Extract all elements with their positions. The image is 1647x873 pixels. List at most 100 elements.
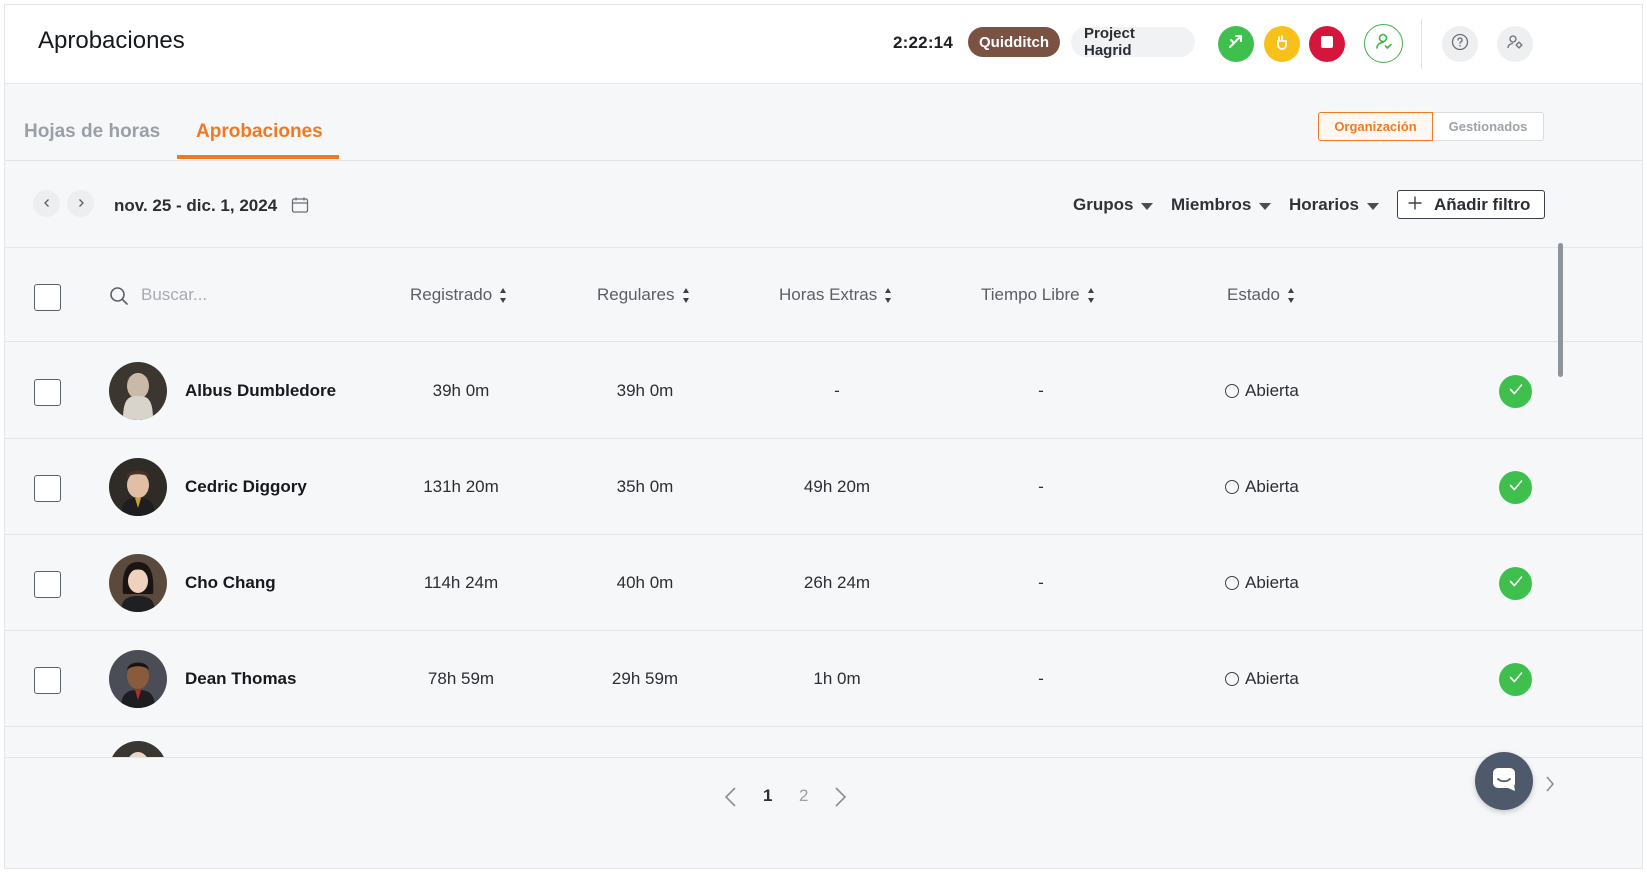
approve-button[interactable] (1499, 663, 1532, 696)
row-checkbox[interactable] (34, 667, 61, 694)
column-label: Registrado (410, 285, 493, 304)
account-settings-button[interactable] (1497, 26, 1533, 62)
filter-horarios-dropdown[interactable]: Horarios (1289, 195, 1379, 215)
chat-support-button[interactable] (1475, 752, 1533, 810)
cell-registrado: 78h 59m (427, 669, 495, 688)
next-week-button[interactable] (67, 190, 94, 217)
help-button[interactable] (1442, 26, 1478, 62)
column-label: Estado (1227, 285, 1280, 304)
cell-tiempo-libre: - (1038, 573, 1044, 592)
add-filter-label: Añadir filtro (1434, 194, 1531, 214)
column-header-estado[interactable]: Estado (1227, 285, 1294, 305)
member-name[interactable]: Dean Thomas (185, 669, 296, 689)
previous-week-button[interactable] (33, 190, 60, 217)
cell-horas-extras: 49h 20m (803, 477, 871, 496)
caret-down-icon (1366, 203, 1379, 210)
cell-tiempo-libre: - (1038, 381, 1044, 400)
cell-registrado: 114h 24m (423, 573, 499, 592)
table-row-partial (5, 727, 1642, 757)
avatar (109, 554, 167, 612)
column-header-tiempo-libre[interactable]: Tiempo Libre (981, 285, 1094, 305)
stop-icon (1320, 35, 1334, 54)
switch-icon (1227, 33, 1245, 56)
break-button[interactable] (1264, 26, 1300, 62)
cell-registrado: 131h 20m (423, 477, 499, 496)
add-filter-button[interactable]: Añadir filtro (1397, 190, 1545, 219)
column-label: Horas Extras (779, 285, 878, 304)
chevron-left-icon (42, 195, 52, 213)
scope-organizacion-button[interactable]: Organización (1318, 112, 1433, 141)
open-circle-icon (1225, 672, 1239, 686)
caret-down-icon (1141, 203, 1154, 210)
status-badge: Abierta (1225, 669, 1299, 689)
approve-button[interactable] (1499, 471, 1532, 504)
plus-icon (1408, 195, 1422, 215)
tab-aprobaciones[interactable]: Aprobaciones (196, 121, 323, 143)
filter-miembros-dropdown[interactable]: Miembros (1171, 195, 1272, 215)
cell-regulares: 40h 0m (616, 573, 674, 592)
status-label: Abierta (1245, 381, 1299, 400)
date-range-label[interactable]: nov. 25 - dic. 1, 2024 (114, 196, 277, 216)
cell-regulares: 39h 0m (616, 381, 674, 400)
column-header-horas-extras[interactable]: Horas Extras (779, 285, 892, 305)
page-1-button[interactable]: 1 (763, 786, 772, 806)
cell-registrado: 39h 0m (432, 381, 490, 400)
stop-timer-button[interactable] (1309, 26, 1345, 62)
sort-icon (500, 287, 507, 303)
column-header-registrado[interactable]: Registrado (410, 285, 507, 305)
member-name[interactable]: Cedric Diggory (185, 477, 307, 497)
checkmark-icon (1508, 573, 1524, 594)
cell-horas-extras: - (834, 381, 840, 400)
pagination-footer: 1 2 (5, 752, 1642, 868)
cell-regulares: 35h 0m (616, 477, 674, 496)
calendar-icon[interactable] (291, 196, 309, 219)
user-check-icon (1374, 31, 1394, 56)
approve-button[interactable] (1499, 375, 1532, 408)
approve-button[interactable] (1499, 567, 1532, 600)
settings-user-icon (1506, 33, 1524, 56)
chevron-right-icon (76, 195, 86, 213)
select-all-checkbox[interactable] (34, 284, 61, 311)
break-icon (1273, 33, 1291, 56)
filter-grupos-dropdown[interactable]: Grupos (1073, 195, 1154, 215)
avatar (109, 650, 167, 708)
caret-down-icon (1259, 203, 1272, 210)
active-project-pill[interactable]: Quidditch (968, 27, 1060, 57)
scope-gestionados-button[interactable]: Gestionados (1433, 113, 1543, 140)
table-header: Registrado Regulares Horas Extras Tiempo… (5, 249, 1642, 342)
cell-regulares: 29h 59m (611, 669, 679, 688)
filter-horarios-label: Horarios (1289, 195, 1359, 214)
previous-page-button[interactable] (723, 786, 739, 813)
avatar (109, 741, 167, 757)
page-title: Aprobaciones (38, 27, 185, 54)
chat-icon (1490, 765, 1518, 798)
row-checkbox[interactable] (34, 571, 61, 598)
row-checkbox[interactable] (34, 379, 61, 406)
tab-hojas-de-horas[interactable]: Hojas de horas (24, 121, 160, 143)
user-status-button[interactable] (1364, 24, 1403, 63)
status-label: Abierta (1245, 669, 1299, 688)
status-badge: Abierta (1225, 573, 1299, 593)
table-row[interactable]: Albus Dumbledore 39h 0m 39h 0m - - Abier… (5, 343, 1642, 439)
table-row[interactable]: Cho Chang 114h 24m 40h 0m 26h 24m - Abie… (5, 535, 1642, 631)
page-2-button[interactable]: 2 (799, 786, 808, 806)
table-row[interactable]: Dean Thomas 78h 59m 29h 59m 1h 0m - Abie… (5, 631, 1642, 727)
member-name[interactable]: Cho Chang (185, 573, 276, 593)
row-checkbox[interactable] (34, 475, 61, 502)
member-name[interactable]: Albus Dumbledore (185, 381, 336, 401)
table-row[interactable]: Cedric Diggory 131h 20m 35h 0m 49h 20m -… (5, 439, 1642, 535)
column-header-regulares[interactable]: Regulares (597, 285, 689, 305)
checkmark-icon (1508, 477, 1524, 498)
vertical-scrollbar[interactable] (1558, 243, 1563, 377)
chevron-right-icon[interactable] (1544, 774, 1556, 799)
avatar (109, 458, 167, 516)
sort-icon (1287, 287, 1294, 303)
checkmark-icon (1508, 381, 1524, 402)
search-input[interactable] (141, 283, 321, 307)
filter-grupos-label: Grupos (1073, 195, 1134, 214)
top-header: Aprobaciones 2:22:14 Quidditch Project H… (5, 5, 1642, 84)
scope-toggle: Organización Gestionados (1318, 112, 1544, 141)
secondary-project-pill[interactable]: Project Hagrid (1071, 25, 1195, 59)
switch-task-button[interactable] (1218, 26, 1254, 62)
next-page-button[interactable] (832, 786, 848, 813)
